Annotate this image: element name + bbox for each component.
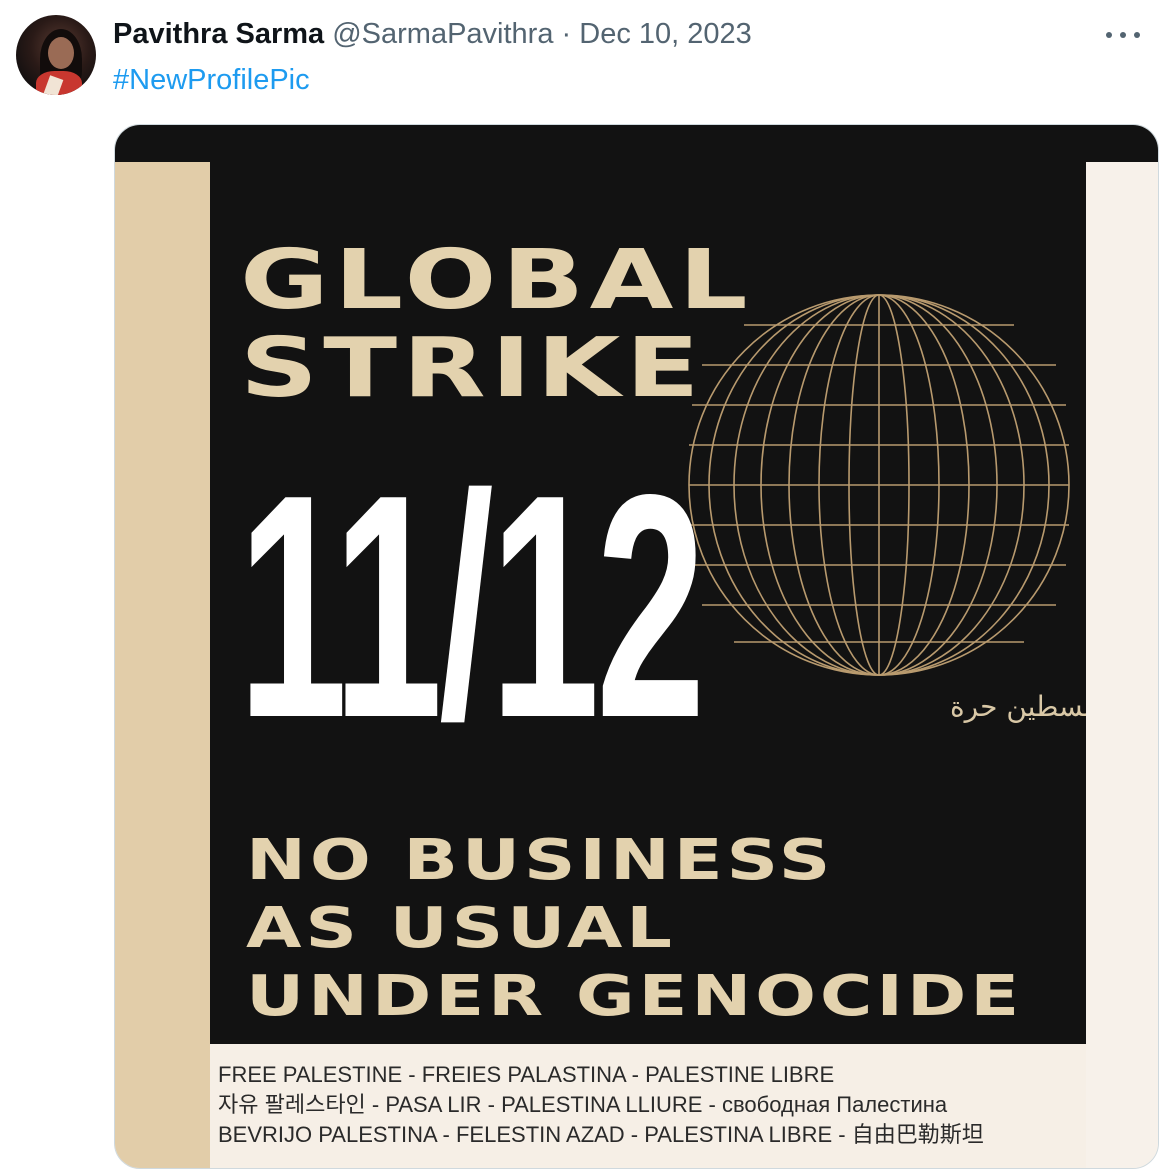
poster-title-line: STRIKE	[240, 321, 705, 416]
translation-line: 자유 팔레스타인 - PASA LIR - PALESTINA LLIURE -…	[218, 1092, 948, 1117]
more-horizontal-icon[interactable]	[1106, 22, 1140, 48]
strike-poster: GLOBAL STRIKE 11/12 فلسطين حرة NO BUSINE…	[210, 162, 1086, 1044]
poster-title: GLOBAL STRIKE	[240, 237, 753, 413]
tweet-image[interactable]: GLOBAL STRIKE 11/12 فلسطين حرة NO BUSINE…	[114, 124, 1159, 1169]
poster-title-line: GLOBAL	[240, 233, 753, 328]
poster-slogan-line: AS USUAL	[246, 896, 676, 961]
image-left-strip	[115, 162, 210, 1168]
translation-line: FREE PALESTINE - FREIES PALASTINA - PALE…	[218, 1062, 835, 1087]
hashtag-link[interactable]: #NewProfilePic	[113, 60, 310, 100]
tweet-header: Pavithra Sarma @SarmaPavithra · Dec 10, …	[113, 14, 1062, 54]
more-dot	[1120, 32, 1126, 38]
avatar[interactable]	[16, 15, 96, 95]
poster-slogan-line: UNDER GENOCIDE	[246, 964, 1024, 1029]
tweet-date[interactable]: Dec 10, 2023	[579, 18, 752, 50]
poster-translations: FREE PALESTINE - FREIES PALASTINA - PALE…	[218, 1060, 1078, 1150]
poster-date: 11/12	[238, 429, 706, 784]
translation-line: BEVRIJO PALESTINA - FELESTIN AZAD - PALE…	[218, 1122, 984, 1147]
more-dot	[1106, 32, 1112, 38]
image-right-strip	[1086, 162, 1158, 1168]
image-top-bar	[115, 125, 1158, 162]
avatar-face	[48, 37, 74, 69]
header-separator: ·	[561, 18, 572, 50]
poster-slogan-line: NO BUSINESS	[246, 828, 835, 893]
poster-slogan: NO BUSINESS AS USUAL UNDER GENOCIDE	[246, 827, 1023, 1031]
author-handle[interactable]: @SarmaPavithra	[332, 18, 553, 50]
author-name[interactable]: Pavithra Sarma	[113, 18, 324, 50]
poster-arabic-text: فلسطين حرة	[950, 690, 1086, 723]
more-dot	[1134, 32, 1140, 38]
